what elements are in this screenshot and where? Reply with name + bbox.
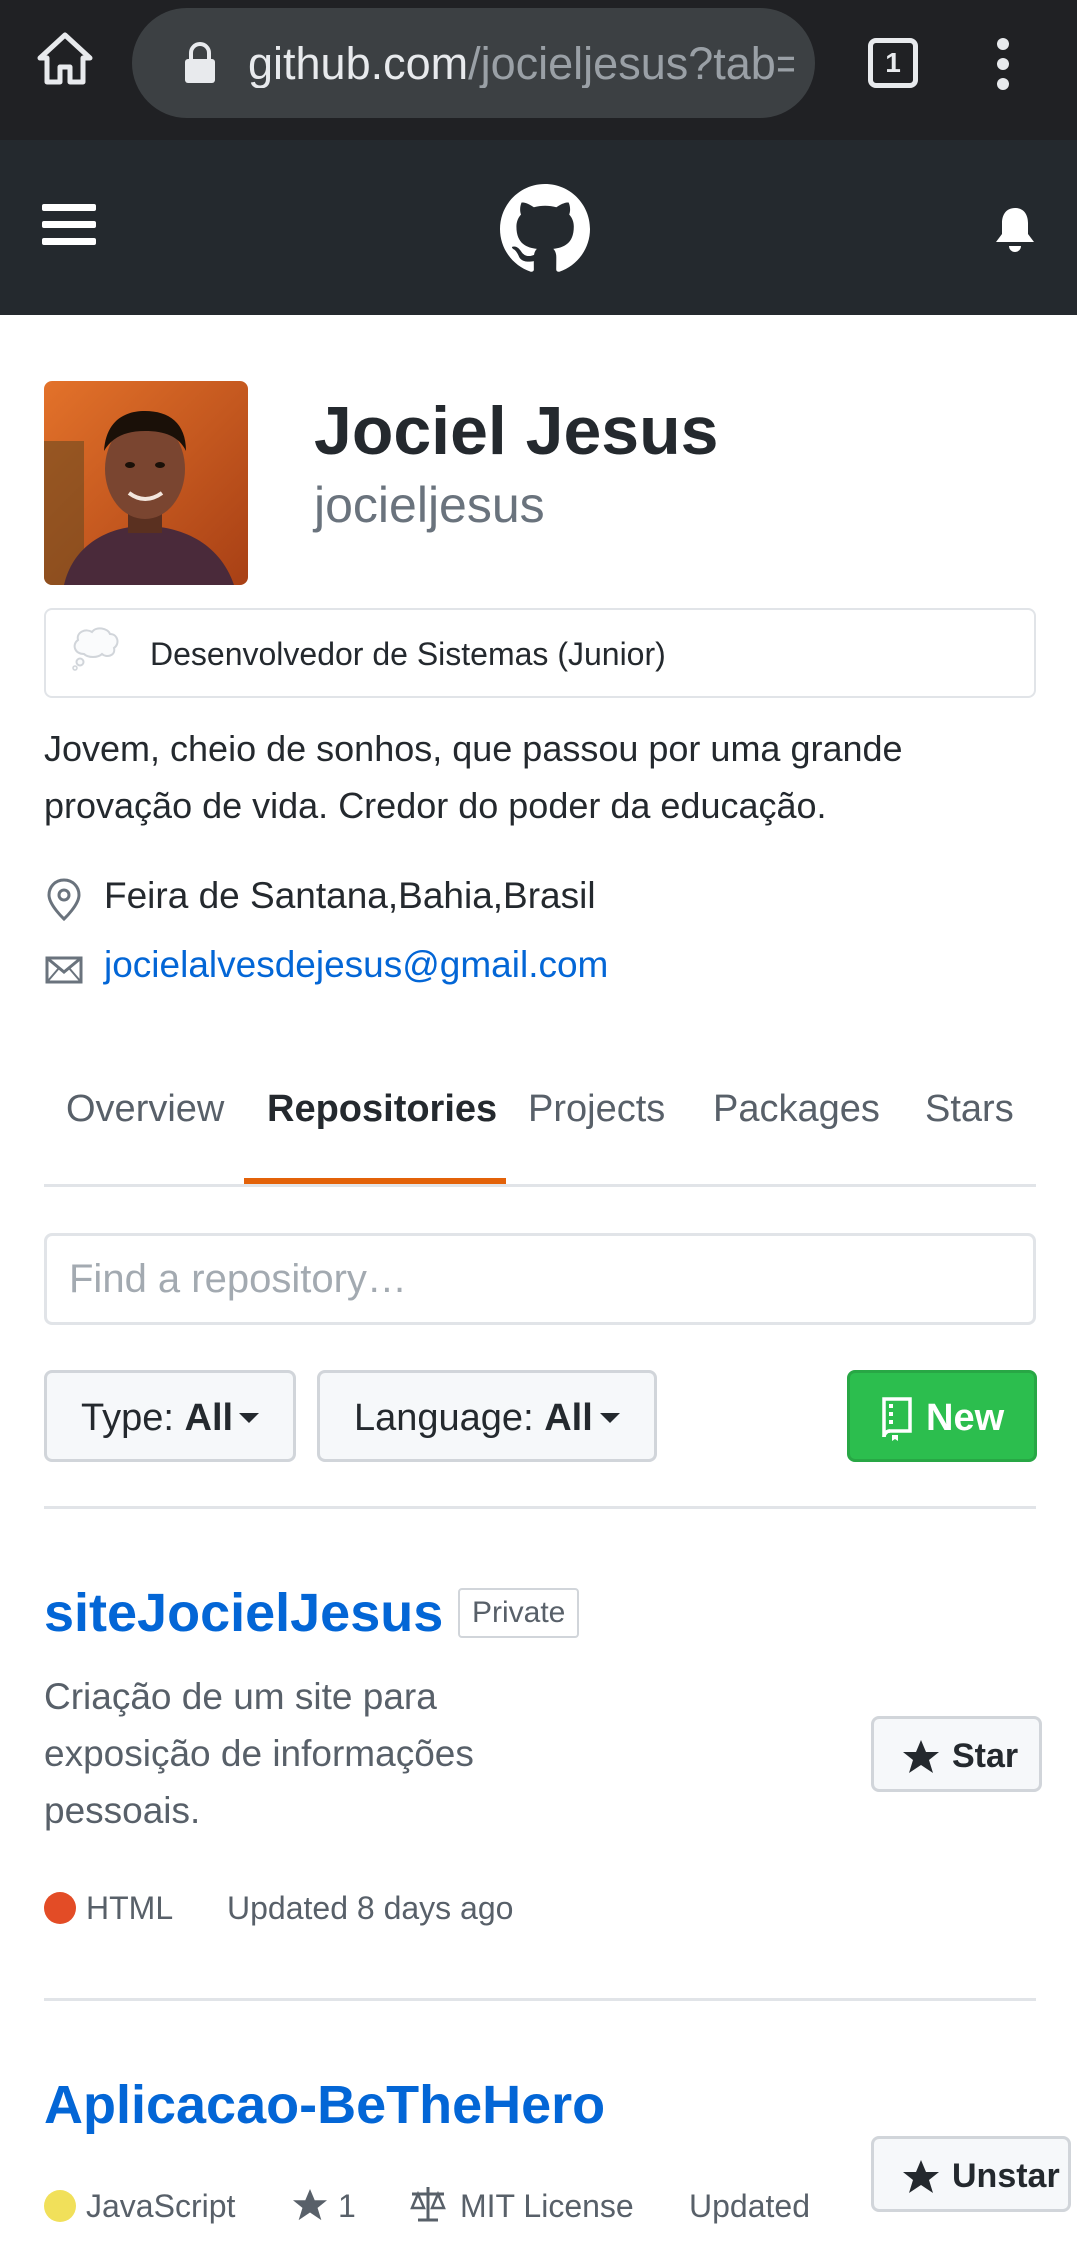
bell-icon[interactable] (992, 204, 1038, 254)
divider (44, 1506, 1036, 1509)
more-vert-icon[interactable] (988, 36, 1018, 92)
repo-updated: Updated 8 days ago (227, 1890, 514, 1926)
status-text: Desenvolvedor de Sistemas (Junior) (150, 636, 666, 672)
lock-icon (185, 42, 215, 83)
active-tab-indicator (244, 1178, 506, 1184)
language-filter-button[interactable]: Language: All (317, 1370, 657, 1462)
star-icon (903, 1740, 939, 1773)
private-badge: Private (458, 1588, 580, 1638)
divider (44, 1998, 1036, 2001)
tab-projects[interactable]: Projects (528, 1088, 665, 1131)
github-octocat-icon[interactable] (500, 184, 590, 274)
address-bar[interactable]: github.com/jocieljesus?tab=repositories (132, 8, 815, 118)
caret-down-icon (600, 1413, 620, 1423)
language-color-dot (44, 1892, 76, 1924)
repo-language: JavaScript (86, 2188, 236, 2224)
language-color-dot (44, 2190, 76, 2222)
profile-bio: Jovem, cheio de sonhos, que passou por u… (44, 728, 903, 826)
profile-login: jocieljesus (314, 477, 545, 533)
tab-switcher-icon[interactable]: 1 (868, 38, 918, 88)
star-button-label: Star (952, 1737, 1019, 1775)
repo-updated: Updated (689, 2188, 810, 2224)
profile-tabs: Overview Repositories Projects Packages … (44, 1060, 1036, 1187)
unstar-button-label: Unstar (952, 2157, 1060, 2195)
new-repo-button[interactable]: New (847, 1370, 1037, 1462)
tab-overview[interactable]: Overview (66, 1088, 224, 1131)
law-icon (410, 2187, 446, 2222)
email-link[interactable]: jocielalvesdejesus@gmail.com (104, 944, 608, 986)
star-icon (293, 2188, 327, 2221)
caret-down-icon (239, 1413, 259, 1423)
repo-icon (882, 1397, 912, 1441)
hamburger-menu-icon[interactable] (42, 202, 96, 248)
new-button-label: New (926, 1397, 1005, 1439)
repo-name-link[interactable]: Aplicacao-BeTheHero (44, 2074, 605, 2136)
thought-balloon-icon (72, 627, 119, 671)
tab-repositories[interactable]: Repositories (267, 1088, 497, 1131)
home-icon[interactable] (36, 30, 94, 88)
repo-stars-count[interactable]: 1 (338, 2188, 356, 2225)
tab-stars[interactable]: Stars (925, 1088, 1014, 1131)
repo-license: MIT License (460, 2188, 634, 2224)
location-text: Feira de Santana,Bahia,Brasil (104, 875, 596, 916)
avatar[interactable] (44, 381, 248, 585)
language-filter-label: Language: (354, 1397, 534, 1439)
repo-search-input[interactable] (44, 1233, 1036, 1325)
type-filter-button[interactable]: Type: All (44, 1370, 296, 1462)
star-button[interactable]: Star (871, 1716, 1042, 1792)
url-text: github.com/jocieljesus?tab=repositories (248, 38, 794, 88)
profile-name: Jociel Jesus (314, 393, 719, 469)
location-pin-icon (47, 878, 81, 921)
repo-language: HTML (86, 1890, 174, 1926)
language-filter-value: All (544, 1397, 593, 1439)
status-box[interactable]: Desenvolvedor de Sistemas (Junior) (44, 608, 1036, 698)
repo-description: Criação de um site para exposição de inf… (44, 1676, 474, 1831)
unstar-button[interactable]: Unstar (871, 2136, 1071, 2212)
tab-packages[interactable]: Packages (713, 1088, 880, 1131)
github-header (0, 140, 1077, 315)
mail-icon (45, 956, 83, 984)
type-filter-value: All (184, 1397, 234, 1439)
repo-name-link[interactable]: siteJocielJesus (44, 1582, 443, 1644)
star-icon (903, 2160, 939, 2193)
type-filter-label: Type: (81, 1397, 174, 1439)
browser-toolbar: github.com/jocieljesus?tab=repositories … (0, 0, 1077, 140)
